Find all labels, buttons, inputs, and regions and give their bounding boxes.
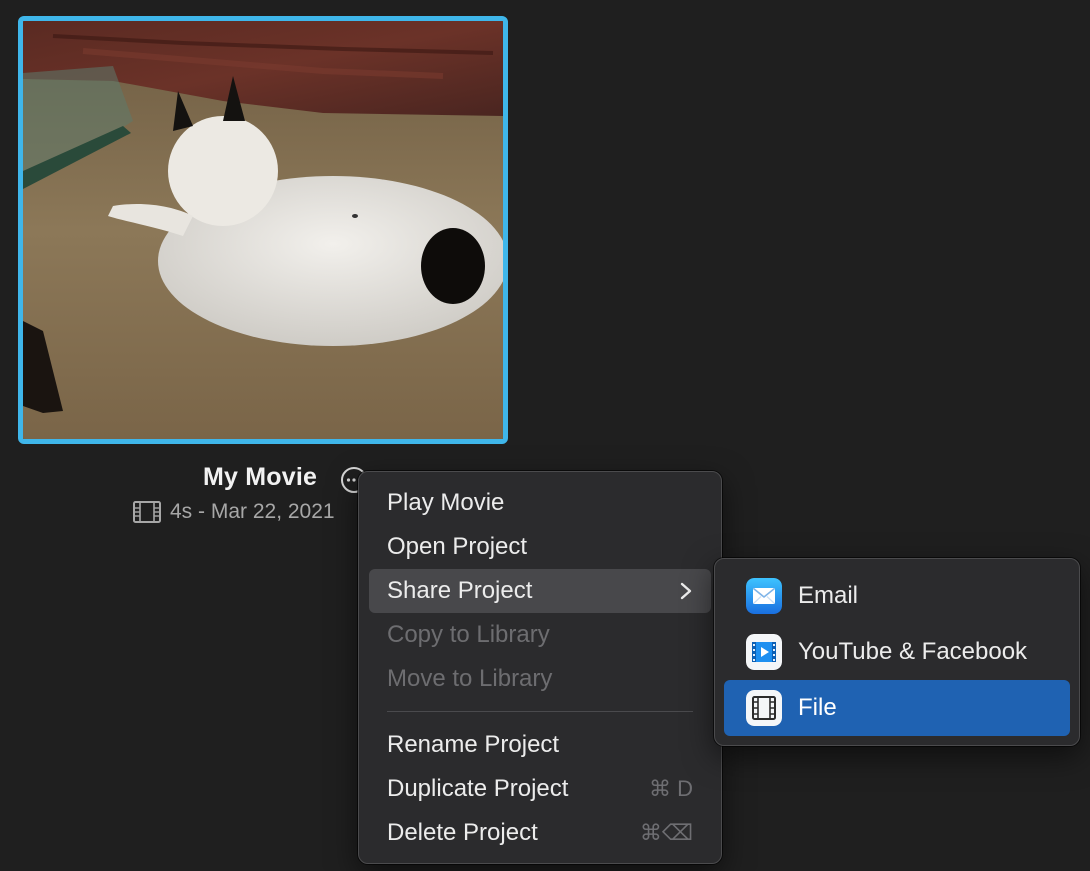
menu-item-delete-project[interactable]: Delete Project ⌘⌫ xyxy=(369,811,711,855)
menu-item-label: Move to Library xyxy=(387,665,553,692)
submenu-item-label: Email xyxy=(798,582,859,609)
video-share-icon xyxy=(746,634,782,670)
project-context-menu: Play Movie Open Project Share Project Co… xyxy=(358,471,722,864)
menu-item-open-project[interactable]: Open Project xyxy=(369,525,711,569)
submenu-item-youtube-facebook[interactable]: YouTube & Facebook xyxy=(724,624,1070,680)
film-file-icon xyxy=(746,690,782,726)
menu-item-label: Open Project xyxy=(387,533,528,560)
submenu-item-label: File xyxy=(798,694,837,721)
menu-item-move-to-library: Move to Library xyxy=(369,657,711,701)
menu-item-share-project[interactable]: Share Project xyxy=(369,569,711,613)
project-meta: 4s - Mar 22, 2021 xyxy=(133,500,335,524)
menu-item-label: Duplicate Project xyxy=(387,775,569,802)
chevron-right-icon xyxy=(679,581,693,601)
submenu-item-email[interactable]: Email xyxy=(724,568,1070,624)
project-duration-date: 4s - Mar 22, 2021 xyxy=(170,500,335,523)
share-project-submenu: Email YouTube & Facebook File xyxy=(714,558,1080,746)
menu-item-label: Share Project xyxy=(387,577,533,604)
submenu-item-label: YouTube & Facebook xyxy=(798,638,1028,665)
keyboard-shortcut: ⌘⌫ xyxy=(639,820,693,845)
film-strip-icon xyxy=(133,501,161,523)
menu-item-duplicate-project[interactable]: Duplicate Project ⌘ D xyxy=(369,767,711,811)
project-title[interactable]: My Movie xyxy=(203,463,317,492)
menu-item-rename-project[interactable]: Rename Project xyxy=(369,723,711,767)
menu-item-label: Copy to Library xyxy=(387,621,550,648)
submenu-item-file[interactable]: File xyxy=(724,680,1070,736)
menu-item-copy-to-library: Copy to Library xyxy=(369,613,711,657)
imovie-projects-browser: My Movie 4s - Mar 22, 2021 Play Movie Op… xyxy=(0,0,1090,871)
menu-item-label: Rename Project xyxy=(387,731,560,758)
menu-item-play-movie[interactable]: Play Movie xyxy=(369,481,711,525)
dog-photo xyxy=(23,21,503,439)
project-thumbnail[interactable] xyxy=(18,16,508,444)
menu-item-label: Play Movie xyxy=(387,489,505,516)
mail-icon xyxy=(746,578,782,614)
menu-item-label: Delete Project xyxy=(387,819,538,846)
menu-separator xyxy=(387,711,693,712)
keyboard-shortcut: ⌘ D xyxy=(649,776,693,801)
